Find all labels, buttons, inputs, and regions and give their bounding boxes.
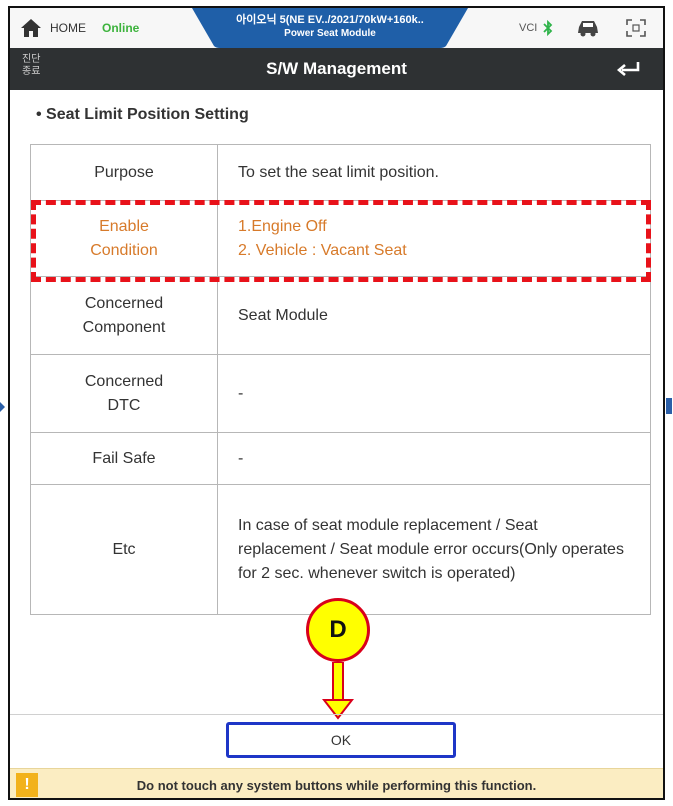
row-value: - [217,354,651,433]
ok-button[interactable]: OK [226,722,456,758]
row-value: 1.Engine Off 2. Vehicle : Vacant Seat [217,200,651,277]
car-icon[interactable] [576,18,600,38]
table-row-enable-condition: Enable Condition 1.Engine Off 2. Vehicle… [30,200,651,277]
row-value: To set the seat limit position. [217,144,651,201]
row-key-text: Enable Condition [90,217,158,259]
row-value: In case of seat module replacement / Sea… [217,484,651,615]
table-row: Concerned DTC - [30,354,651,433]
arrow-down-icon [322,662,354,720]
table-row: Etc In case of seat module replacement /… [30,484,651,615]
table-row: Concerned Component Seat Module [30,276,651,355]
row-value: Seat Module [217,276,651,355]
row-key: Concerned DTC [30,354,218,433]
condition-line: 1.Engine Off [238,217,327,235]
home-icon[interactable] [20,18,42,38]
section-title: • Seat Limit Position Setting [36,106,249,123]
page-title: S/W Management [266,59,407,78]
left-edge-indicator [0,402,5,412]
row-key: Enable Condition [30,200,218,277]
title-bar: 진단 종료 S/W Management [10,48,663,90]
back-arrow-icon[interactable] [616,60,642,78]
expand-icon[interactable] [626,19,646,37]
row-key-text: Concerned DTC [84,372,164,414]
vci-label: VCI [519,22,538,34]
row-key-text: Concerned Component [82,294,166,336]
warning-bar: ! Do not touch any system buttons while … [10,768,663,798]
row-key: Fail Safe [30,432,218,485]
callout-marker: D [306,598,370,662]
bluetooth-icon [543,19,553,37]
table-row: Fail Safe - [30,432,651,485]
row-value: - [217,432,651,485]
vehicle-model: 아이오닉 5(NE EV../2021/70kW+160k.. [236,14,424,26]
system-name: Power Seat Module [284,28,376,39]
online-status: Online [102,21,140,35]
divider [10,714,663,715]
vehicle-info-tab[interactable]: 아이오닉 5(NE EV../2021/70kW+160k.. Power Se… [192,8,468,48]
home-label[interactable]: HOME [50,21,86,35]
row-key: Purpose [30,144,218,201]
status-bar: HOME Online 아이오닉 5(NE EV../2021/70kW+160… [10,8,663,49]
row-key: Concerned Component [30,276,218,355]
warning-text: Do not touch any system buttons while pe… [136,778,537,793]
right-edge-indicator [666,398,672,414]
app-frame: HOME Online 아이오닉 5(NE EV../2021/70kW+160… [8,6,665,800]
info-table: Purpose To set the seat limit position. … [30,144,651,615]
condition-line: 2. Vehicle : Vacant Seat [238,241,407,259]
table-row: Purpose To set the seat limit position. [30,144,651,201]
row-key: Etc [30,484,218,615]
